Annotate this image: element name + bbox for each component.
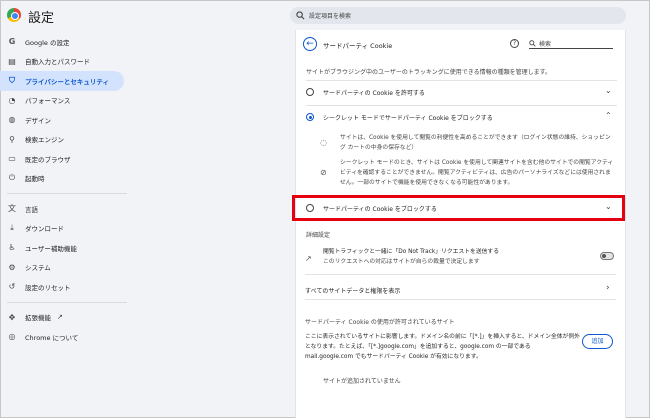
divider <box>306 80 617 81</box>
search-placeholder: 設定項目を検索 <box>309 13 352 20</box>
sidebar-item-languages[interactable]: 文言語 <box>0 199 135 219</box>
accessibility-icon: ♿ <box>8 243 16 253</box>
external-link-icon: ↗ <box>57 313 63 322</box>
sidebar-item-label: システム <box>25 264 51 273</box>
option-allow-third-party[interactable]: サードパーティの Cookie を許可する ⌄ <box>296 83 627 101</box>
download-icon: ⤓ <box>10 223 14 233</box>
divider <box>7 193 127 194</box>
back-button[interactable]: ← <box>303 37 317 51</box>
settings-search-input[interactable]: 設定項目を検索 <box>290 7 626 24</box>
settings-panel: ← サードパーティ Cookie ? 検索 サイトがブラウジング中のユーザーのト… <box>295 30 626 418</box>
sidebar-item-accessibility[interactable]: ♿ ユーザー補助機能 <box>0 238 135 258</box>
translate-icon: 文 <box>8 204 16 214</box>
wrench-icon: ⚙ <box>8 262 16 272</box>
arrow-left-icon: ← <box>306 38 314 49</box>
sidebar-item-label: Google の設定 <box>25 38 70 47</box>
sidebar-item-label: 既定のブラウザ <box>25 155 71 164</box>
sidebar-item-label: 設定のリセット <box>25 283 71 292</box>
chevron-up-icon[interactable]: ⌃ <box>605 111 612 120</box>
browser-icon: ▭ <box>8 154 16 164</box>
sidebar-item-downloads[interactable]: ⤓ ダウンロード <box>0 219 135 239</box>
sidebar-item-extensions[interactable]: ✥ 拡張機能 ↗ <box>0 308 135 328</box>
sidebar-item-label: ダウンロード <box>25 225 64 234</box>
sidebar-item-label: 自動入力とパスワード <box>25 58 90 67</box>
detail-text: シークレット モードのとき、サイトは Cookie を使用して関連サイトを含む他… <box>340 160 614 186</box>
sidebar-item-label: プライバシーとセキュリティ <box>25 77 109 86</box>
search-icon <box>296 11 305 20</box>
sidebar-item-performance[interactable]: ◔ パフォーマンス <box>0 91 135 111</box>
clipboard-icon: ▤ <box>8 56 16 66</box>
option-label: シークレット モードでサードパーティ Cookie をブロックする <box>323 115 493 122</box>
sidebar-item-search-engine[interactable]: ⚲ 検索エンジン <box>0 130 135 150</box>
panel-title: サードパーティ Cookie <box>323 42 393 50</box>
option-label: サードパーティの Cookie を許可する <box>323 90 425 97</box>
top-bar: 設定 設定項目を検索 <box>0 0 650 30</box>
radio-allow[interactable] <box>306 88 314 96</box>
option-block-incognito[interactable]: シークレット モードでサードパーティ Cookie をブロックする ⌃ <box>296 108 627 126</box>
sidebar-item-appearance[interactable]: ◍ デザイン <box>0 110 135 130</box>
sidebar: G Google の設定 ▤ 自動入力とパスワード ⛉ プライバシーとセキュリティ ◔… <box>0 32 135 347</box>
palette-icon: ◍ <box>8 115 16 125</box>
radio-block-incognito[interactable] <box>306 113 314 121</box>
divider <box>7 301 127 303</box>
sidebar-item-google[interactable]: G Google の設定 <box>0 32 135 52</box>
highlight-box <box>292 195 625 221</box>
divider <box>306 105 617 106</box>
sidebar-item-about-chrome[interactable]: ◎ Chrome について <box>0 327 135 347</box>
page-title: 設定 <box>28 11 55 26</box>
sidebar-item-autofill[interactable]: ▤ 自動入力とパスワード <box>0 52 135 72</box>
advanced-heading: 詳細設定 <box>306 232 331 239</box>
shield-icon: ⛉ <box>9 75 15 85</box>
dnt-toggle[interactable] <box>600 252 614 260</box>
sidebar-item-label: ユーザー補助機能 <box>25 244 77 253</box>
sidebar-item-privacy[interactable]: ⛉ プライバシーとセキュリティ <box>0 71 124 91</box>
chrome-icon: ◎ <box>8 332 16 342</box>
sidebar-item-reset[interactable]: ↺ 設定のリセット <box>0 277 135 297</box>
help-icon[interactable]: ? <box>510 39 519 48</box>
sidebar-item-on-startup[interactable]: ⏻ 起動時 <box>0 169 135 189</box>
search-icon: ⚲ <box>9 134 15 144</box>
sidebar-item-label: パフォーマンス <box>25 97 71 106</box>
google-icon: G <box>8 37 16 47</box>
sidebar-item-label: 拡張機能 <box>25 314 51 323</box>
detail-incognito-block: ⊘ シークレット モードのとき、サイトは Cookie を使用して関連サイトを含… <box>320 158 620 190</box>
detail-cookie-usage: ◌ サイトは、Cookie を使用して閲覧の利便性を高めることができます（ログイ… <box>320 133 620 155</box>
chevron-down-icon[interactable]: ⌄ <box>605 86 612 95</box>
puzzle-icon: ✥ <box>8 312 16 322</box>
block-icon: ⊘ <box>320 168 327 177</box>
speedometer-icon: ◔ <box>8 95 16 105</box>
sidebar-item-label: 起動時 <box>25 175 45 184</box>
cookie-icon: ◌ <box>320 138 327 147</box>
add-site-button[interactable]: 追加 <box>582 334 613 349</box>
sidebar-item-system[interactable]: ⚙ システム <box>0 258 135 278</box>
panel-search-input[interactable]: 検索 <box>529 38 613 49</box>
sidebar-item-label: 言語 <box>25 205 38 214</box>
power-icon: ⏻ <box>8 173 16 183</box>
sidebar-item-label: デザイン <box>25 116 51 125</box>
detail-text: サイトは、Cookie を使用して閲覧の利便性を高めることができます（ログイン状… <box>340 135 611 151</box>
reset-icon: ↺ <box>8 282 16 292</box>
sidebar-item-label: Chrome について <box>25 333 79 342</box>
chrome-logo-icon <box>7 8 21 22</box>
panel-description: サイトがブラウジング中のユーザーのトラッキングに使用できる情報の種類を管理します… <box>306 69 551 76</box>
sidebar-item-label: 検索エンジン <box>25 136 64 145</box>
search-label: 検索 <box>539 40 552 48</box>
search-icon <box>529 39 536 47</box>
sidebar-item-default-browser[interactable]: ▭ 既定のブラウザ <box>0 149 135 169</box>
